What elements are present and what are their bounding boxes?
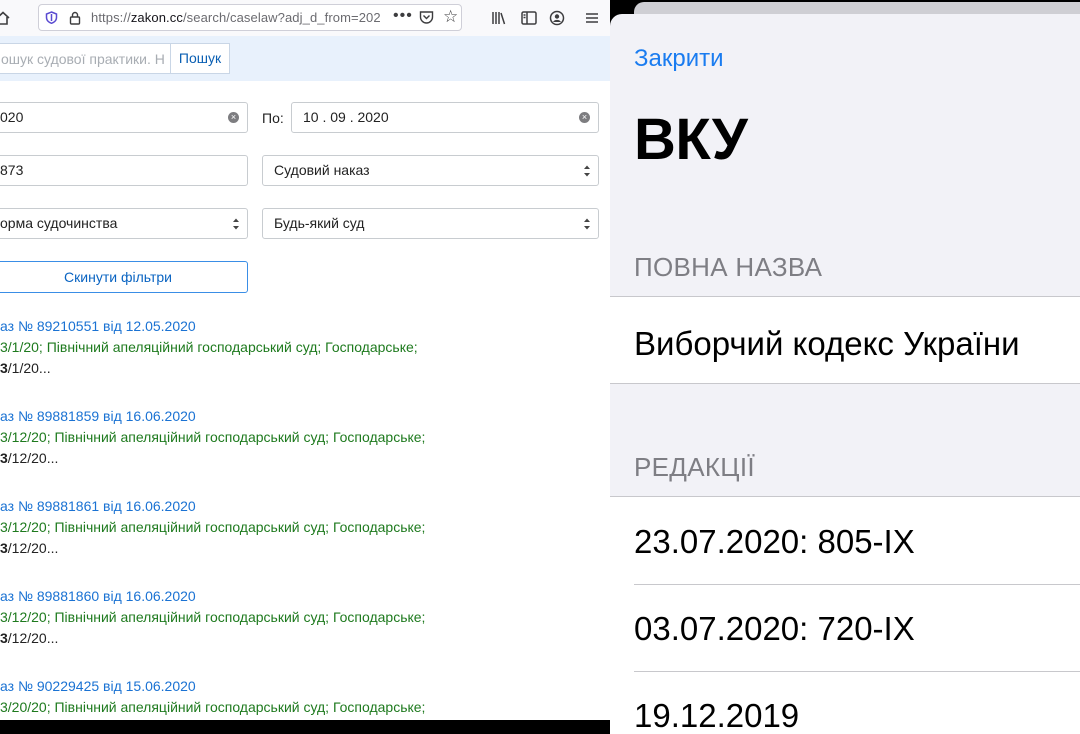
case-number-field[interactable]: 873 bbox=[0, 155, 248, 186]
select-arrows-icon bbox=[584, 218, 590, 230]
result-title-link[interactable]: аз № 89881861 від 16.06.2020 bbox=[0, 498, 196, 514]
url-prefix: https:// bbox=[91, 10, 131, 25]
reset-filters-button[interactable]: Скинути фільтри bbox=[0, 261, 248, 293]
select-arrows-icon bbox=[584, 165, 590, 177]
sheet-title: ВКУ bbox=[634, 107, 748, 172]
result-title-link[interactable]: аз № 89210551 від 12.05.2020 bbox=[0, 318, 196, 334]
editions-list: 23.07.2020: 805-IX 03.07.2020: 720-IX 19… bbox=[610, 496, 1080, 734]
more-actions-icon[interactable]: ••• bbox=[393, 7, 413, 25]
result-snippet: 3/1/20... bbox=[0, 360, 51, 376]
date-to-label: По: bbox=[262, 110, 284, 126]
divider bbox=[634, 671, 1080, 672]
date-from-field[interactable]: 020 × bbox=[0, 102, 248, 133]
divider bbox=[634, 584, 1080, 585]
editions-header: РЕДАКЦІЇ bbox=[634, 452, 755, 482]
bookmark-star-icon[interactable]: ☆ bbox=[443, 7, 458, 27]
snippet-text: /1/20... bbox=[7, 360, 51, 376]
result-meta: 3/12/20; Північний апеляційний господарс… bbox=[0, 519, 426, 535]
full-name-header: ПОВНА НАЗВА bbox=[634, 252, 823, 282]
lock-icon[interactable] bbox=[69, 11, 81, 25]
select-arrows-icon bbox=[233, 218, 239, 230]
result-title-link[interactable]: аз № 89881859 від 16.06.2020 bbox=[0, 408, 196, 424]
clear-icon[interactable]: × bbox=[579, 112, 590, 123]
snippet-highlight: 3 bbox=[0, 540, 8, 556]
snippet-highlight: 3 bbox=[0, 450, 8, 466]
date-to-field[interactable]: 10 . 09 . 2020 × bbox=[291, 102, 599, 133]
edition-item[interactable]: 19.12.2019 bbox=[634, 697, 799, 734]
result-meta: 3/12/20; Північний апеляційний господарс… bbox=[0, 609, 426, 625]
result-meta: 3/1/20; Північний апеляційний господарсь… bbox=[0, 339, 418, 355]
case-number-value: 873 bbox=[0, 162, 24, 178]
url-path: /search/caselaw?adj_d_from=2020-0 bbox=[182, 10, 381, 25]
home-icon[interactable] bbox=[0, 9, 12, 27]
clear-icon[interactable]: × bbox=[228, 112, 239, 123]
snippet-text: /12/20... bbox=[7, 540, 59, 556]
result-snippet: 3/12/20... bbox=[0, 630, 58, 646]
menu-icon[interactable] bbox=[583, 9, 601, 27]
edition-item[interactable]: 03.07.2020: 720-IX bbox=[634, 610, 915, 648]
result-meta: 3/12/20; Північний апеляційний господарс… bbox=[0, 429, 426, 445]
proceeding-form-value: орма судочинства bbox=[0, 215, 118, 231]
full-name-value: Виборчий кодекс України bbox=[634, 325, 1020, 362]
sidebar-icon[interactable] bbox=[520, 9, 538, 27]
result-snippet: 3/12/20... bbox=[0, 450, 58, 466]
result-title-link[interactable]: аз № 89881860 від 16.06.2020 bbox=[0, 588, 196, 604]
result-meta: 3/20/20; Північний апеляційний господарс… bbox=[0, 699, 426, 715]
full-name-cell: Виборчий кодекс України bbox=[610, 296, 1080, 384]
edition-item[interactable]: 23.07.2020: 805-IX bbox=[634, 523, 915, 561]
proceeding-form-select[interactable]: орма судочинства bbox=[0, 208, 248, 239]
snippet-highlight: 3 bbox=[0, 360, 8, 376]
snippet-highlight: 3 bbox=[0, 630, 8, 646]
pocket-icon[interactable] bbox=[419, 10, 434, 25]
court-select[interactable]: Будь-який суд bbox=[262, 208, 599, 239]
browser-window: https://zakon.cc/search/caselaw?adj_d_fr… bbox=[0, 0, 610, 720]
date-from-value: 020 bbox=[0, 109, 24, 125]
shield-icon[interactable] bbox=[45, 11, 58, 24]
court-value: Будь-який суд bbox=[274, 215, 365, 231]
date-to-value: 10 . 09 . 2020 bbox=[303, 109, 389, 125]
document-type-select[interactable]: Судовий наказ bbox=[262, 155, 599, 186]
search-button[interactable]: Пошук bbox=[170, 43, 230, 74]
account-icon[interactable] bbox=[548, 9, 566, 27]
url-host: zakon.cc bbox=[130, 10, 183, 25]
address-bar[interactable]: https://zakon.cc/search/caselaw?adj_d_fr… bbox=[38, 4, 462, 31]
result-snippet: 3/12/20... bbox=[0, 540, 58, 556]
snippet-text: /12/20... bbox=[7, 630, 59, 646]
detail-sheet: Закрити ВКУ ПОВНА НАЗВА Виборчий кодекс … bbox=[610, 14, 1080, 734]
result-title-link[interactable]: аз № 90229425 від 15.06.2020 bbox=[0, 678, 196, 694]
close-button[interactable]: Закрити bbox=[634, 45, 724, 73]
snippet-text: /12/20... bbox=[7, 450, 59, 466]
library-icon[interactable] bbox=[490, 9, 508, 27]
browser-toolbar: https://zakon.cc/search/caselaw?adj_d_fr… bbox=[0, 0, 610, 37]
search-input[interactable]: ошук судової практики. Н bbox=[0, 43, 171, 74]
url-text[interactable]: https://zakon.cc/search/caselaw?adj_d_fr… bbox=[91, 10, 381, 25]
document-type-value: Судовий наказ bbox=[274, 162, 370, 178]
